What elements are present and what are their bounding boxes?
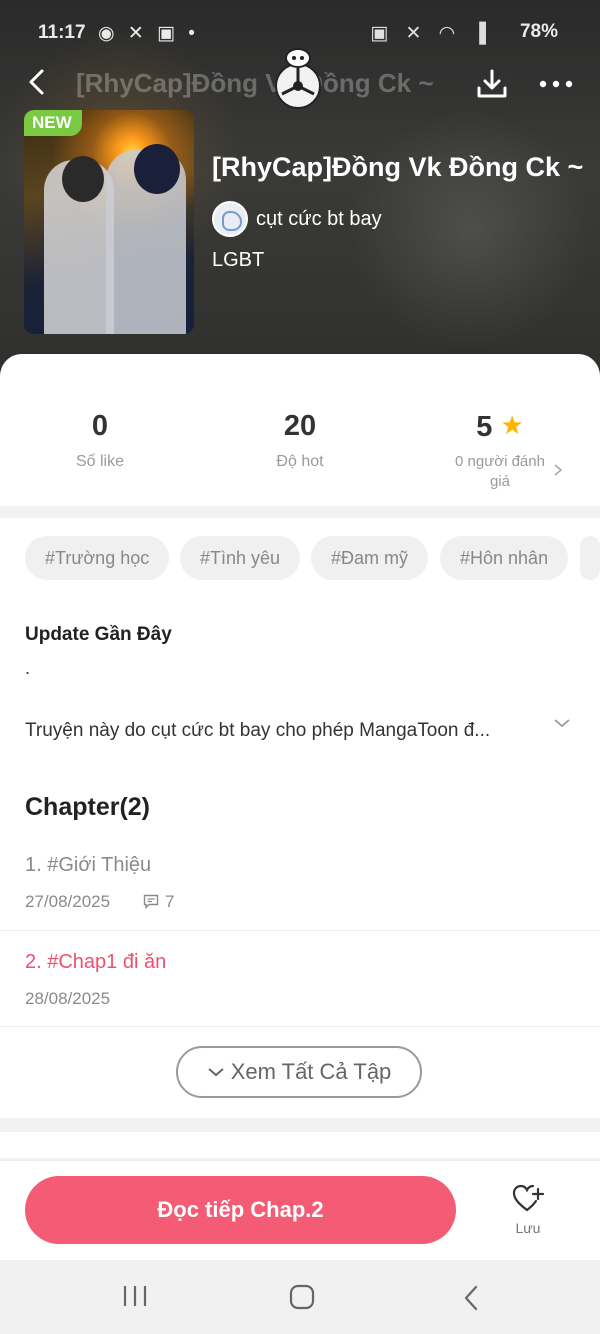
cover-image[interactable]: [24, 110, 194, 334]
cover-head-left: [62, 156, 104, 202]
chapters-section: Chapter(2) 1. #Giới Thiệu 27/08/2025 7 2…: [0, 756, 600, 1118]
chevron-down-icon: [208, 1068, 224, 1077]
chapters-title: Chapter(2): [25, 793, 151, 821]
book-title: [RhyCap]Đồng Vk Đồng Ck ~: [212, 152, 584, 182]
chapter-title[interactable]: 1. #Giới Thiệu: [25, 854, 151, 877]
tags-row: #Trường học #Tình yêu #Đam mỹ #Hôn nhân: [0, 518, 600, 608]
stat-likes: 0 Số like: [0, 410, 200, 471]
chevron-right-icon[interactable]: [553, 463, 563, 477]
tag-chip-partial[interactable]: [580, 536, 600, 580]
more-options-icon[interactable]: [538, 74, 574, 94]
fan-sticker-icon: [275, 48, 321, 109]
chapter-date: 27/08/2025: [25, 892, 111, 911]
new-badge: NEW: [24, 110, 82, 136]
likes-count: 0: [91, 410, 109, 442]
save-label: Lưu: [515, 1220, 541, 1236]
rating-value: 5: [476, 411, 493, 443]
system-icons: ▣ ✕ ◠ ▐: [370, 23, 492, 44]
author-row[interactable]: cụt cức bt bay: [212, 200, 382, 238]
tag-chip[interactable]: #Hôn nhân: [440, 536, 569, 580]
notification-icons: ◉ ✕ ▣ •: [98, 23, 199, 44]
comment-icon: [143, 894, 159, 910]
bottom-action-bar: Đọc tiếp Chap.2 Lưu: [0, 1160, 600, 1261]
comment-count: 7: [165, 892, 175, 911]
save-button[interactable]: Lưu: [496, 1183, 560, 1236]
continue-reading-button[interactable]: Đọc tiếp Chap.2: [25, 1176, 456, 1244]
tag-chip[interactable]: #Trường học: [25, 536, 170, 580]
home-icon[interactable]: [289, 1284, 315, 1310]
chapter-title[interactable]: 2. #Chap1 đi ăn: [25, 951, 166, 974]
download-icon[interactable]: [474, 66, 510, 102]
chapter-item-current[interactable]: 2. #Chap1 đi ăn 28/08/2025: [0, 951, 600, 1047]
nav-back-icon[interactable]: [462, 1284, 480, 1312]
battery-level: 78%: [519, 21, 558, 42]
spacer-section: [0, 1132, 600, 1158]
heart-plus-icon: [512, 1184, 545, 1212]
author-name[interactable]: cụt cức bt bay: [256, 208, 382, 231]
divider: [0, 1026, 600, 1027]
stats-card: 0 Số like 20 Độ hot 5 ★ 0 người đánh giá: [0, 354, 600, 506]
recent-apps-icon[interactable]: [122, 1284, 148, 1308]
chapter-comments: 7: [143, 892, 174, 912]
author-avatar[interactable]: [212, 201, 248, 237]
chapter-item[interactable]: 1. #Giới Thiệu 27/08/2025 7: [0, 854, 600, 950]
top-bar: [RhyCap]Đồng Vk Đồng Ck ~: [0, 48, 600, 112]
chapter-date: 28/08/2025: [25, 989, 111, 1008]
see-all-chapters-button[interactable]: Xem Tất Cả Tập: [176, 1046, 422, 1098]
stat-rating[interactable]: 5 ★ 0 người đánh giá: [400, 410, 600, 492]
android-nav-bar: [0, 1260, 600, 1334]
divider: [0, 930, 600, 931]
chevron-down-icon[interactable]: [553, 717, 571, 729]
hot-label: Độ hot: [276, 453, 324, 470]
tag-chip[interactable]: #Tình yêu: [180, 536, 301, 580]
description-text[interactable]: Truyện này do cụt cức bt bay cho phép Ma…: [25, 720, 545, 742]
status-time: 11:17: [38, 22, 86, 43]
update-title: Update Gần Đây: [25, 624, 172, 645]
cover-head-right: [134, 144, 180, 194]
tag-chip[interactable]: #Đam mỹ: [311, 536, 429, 580]
update-text: .: [25, 658, 31, 678]
hot-count: 20: [283, 410, 317, 442]
see-all-label: Xem Tất Cả Tập: [230, 1059, 392, 1084]
topbar-title: [RhyCap]Đồng Vk Đồng Ck ~: [76, 68, 434, 98]
rating-count-label: 0 người đánh giá: [455, 453, 545, 490]
category-label[interactable]: LGBT: [212, 249, 264, 272]
star-icon: ★: [500, 410, 524, 440]
likes-label: Số like: [75, 453, 125, 470]
back-arrow-icon[interactable]: [22, 66, 54, 98]
stat-hot: 20 Độ hot: [200, 410, 400, 471]
info-section: Update Gần Đây . Truyện này do cụt cức b…: [0, 608, 600, 756]
